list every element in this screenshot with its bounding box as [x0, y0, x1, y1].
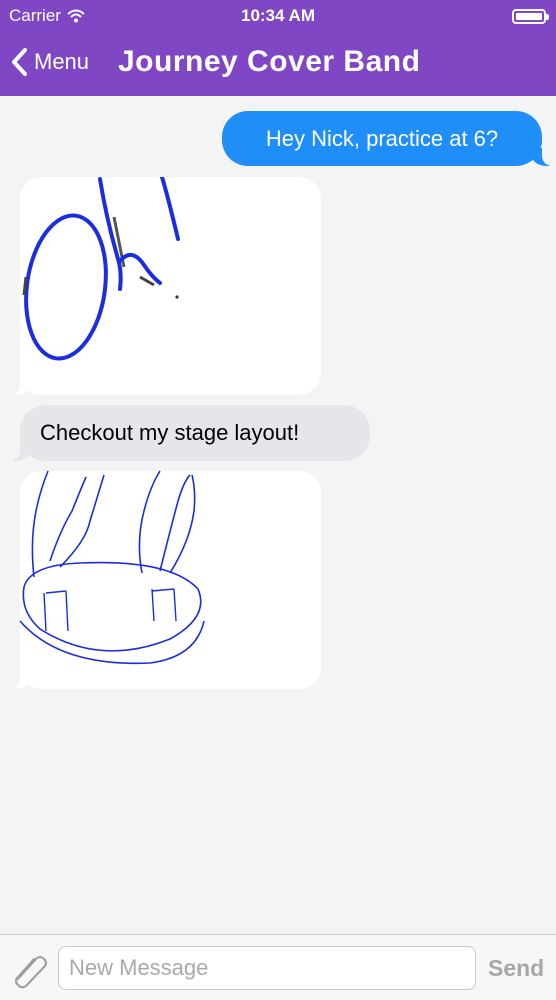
clock: 10:34 AM [240, 6, 315, 25]
message-text: Hey Nick, practice at 6? [265, 125, 499, 151]
attach-button[interactable] [10, 949, 50, 989]
message-input[interactable] [58, 946, 476, 990]
drawing-message-ok[interactable] [2, 177, 321, 395]
header: Carrier 10:34 AM Menu Journey Cover Band [0, 0, 556, 96]
status-bar: Carrier 10:34 AM [0, 0, 556, 32]
message-outgoing[interactable]: Hey Nick, practice at 6? [222, 111, 556, 166]
conversation-title: Journey Cover Band [118, 45, 421, 78]
battery-icon [512, 9, 549, 24]
drawing-stage-layout [19, 470, 205, 665]
message-composer: Send [0, 934, 556, 1000]
message-incoming[interactable]: Checkout my stage layout! [2, 405, 370, 461]
back-button[interactable]: Menu [10, 44, 89, 80]
drawing-ok [22, 177, 180, 361]
back-button-label: Menu [34, 49, 90, 74]
chevron-left-icon [12, 48, 27, 76]
send-button[interactable]: Send [488, 949, 552, 987]
paperclip-icon [15, 956, 47, 989]
message-text: Checkout my stage layout! [40, 420, 300, 445]
nav-bar: Menu Journey Cover Band [0, 32, 556, 96]
drawing-message-stage[interactable] [2, 470, 321, 689]
